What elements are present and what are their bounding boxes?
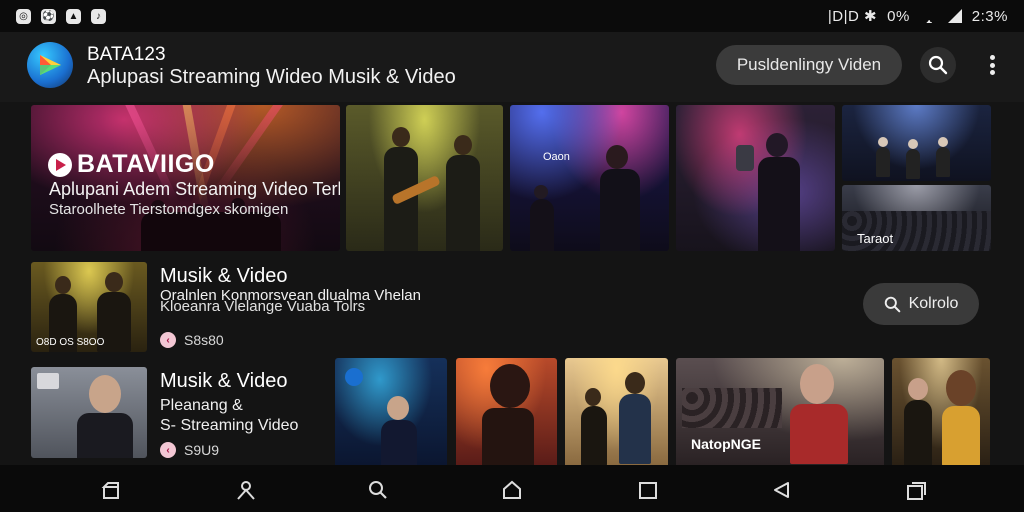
soccer-icon: ⚽ [41, 8, 56, 24]
row1-description-line2: Kloeanra Vlelange Vuaba Tolrs [160, 298, 366, 315]
home-icon[interactable] [501, 479, 523, 501]
search-action-label: Kolrolo [908, 295, 959, 312]
back-icon[interactable] [771, 479, 793, 501]
hero-tile-singer[interactable]: Oaon [510, 105, 669, 251]
search-button[interactable] [920, 47, 956, 83]
video-card-1[interactable] [335, 358, 447, 465]
bottom-nav-bar [0, 465, 1024, 512]
thumbnail-badge [37, 373, 59, 389]
battery-text: 0% [887, 7, 910, 25]
app-name: BATA123 [87, 44, 166, 65]
row2-description-line2: S- Streaming Video [160, 417, 299, 434]
hero-tagline: Aplupani Adem Streaming Video Terbal oad… [49, 179, 340, 199]
microphone-stand [736, 145, 754, 171]
row2-title[interactable]: Musik & Video [160, 370, 287, 393]
library-icon[interactable] [100, 479, 122, 501]
row1-thumbnail[interactable]: O8D OS S8OO [31, 262, 147, 352]
row1-meta-value: S8s80 [184, 332, 224, 348]
search-nav-icon[interactable] [367, 479, 389, 501]
tiktok-icon: ♪ [91, 8, 106, 24]
status-indicators: |D|D ✱ [827, 8, 878, 25]
status-bar: ◎ ⚽ ▲ ♪ |D|D ✱ 0% 2:3% [0, 0, 1024, 32]
channel-icon [345, 368, 363, 386]
video-card-5[interactable] [892, 358, 990, 465]
row1-title[interactable]: Musik & Video [160, 265, 287, 288]
hero-tile-guitarist[interactable] [676, 105, 835, 251]
status-time: 2:3% [971, 7, 1008, 25]
hero-tile-audience-label: Taraot [857, 231, 894, 246]
hero-tile-band[interactable] [346, 105, 503, 251]
search-action-button[interactable]: Kolrolo [863, 283, 979, 325]
hero-tile-audience[interactable]: Taraot [842, 185, 991, 251]
audience-crowd [682, 388, 782, 428]
screen-icon[interactable] [637, 479, 659, 501]
video-card-2[interactable] [456, 358, 557, 465]
thumbnail-caption: O8D OS S8OO [36, 337, 105, 348]
wifi-icon [919, 9, 938, 23]
hero-subtagline: Staroolhete Tierstomdgex skomigen [49, 201, 289, 218]
recent-apps-icon[interactable] [905, 479, 927, 501]
app-header: BATA123 Aplupasi Streaming Wideo Musik &… [0, 32, 1024, 102]
search-icon [884, 296, 900, 312]
row2-description-line1: Pleanang & [160, 397, 243, 414]
row2-thumbnail[interactable] [31, 367, 147, 458]
more-options-button[interactable] [982, 52, 1002, 78]
price-tag-icon: ‹ [160, 332, 176, 348]
search-pill-button[interactable]: Pusldenlingy Viden [716, 45, 902, 85]
image-icon: ▲ [66, 8, 81, 24]
signal-icon [947, 9, 962, 23]
hero-banner[interactable]: BATAVIIGO Aplupani Adem Streaming Video … [31, 105, 340, 251]
row1-meta: ‹ S8s80 [160, 332, 224, 348]
brand-play-icon [48, 152, 72, 177]
video-card-4[interactable]: NatopNGE [676, 358, 884, 465]
video-card-4-label: NatopNGE [691, 436, 761, 452]
price-tag-icon: ‹ [160, 442, 176, 458]
instagram-icon: ◎ [16, 8, 31, 24]
hero-brand: BATAVIIGO [48, 150, 215, 179]
row2-meta: ‹ S9U9 [160, 442, 219, 458]
hero-tile-label: Oaon [543, 151, 570, 163]
app-logo-icon[interactable] [27, 42, 73, 88]
app-subtitle: Aplupasi Streaming Wideo Musik & Video [87, 66, 456, 88]
hero-tile-stage[interactable] [842, 105, 991, 181]
video-card-3[interactable] [565, 358, 668, 465]
row2-meta-value: S9U9 [184, 442, 220, 458]
profile-icon[interactable] [235, 479, 257, 501]
search-icon [928, 55, 948, 75]
